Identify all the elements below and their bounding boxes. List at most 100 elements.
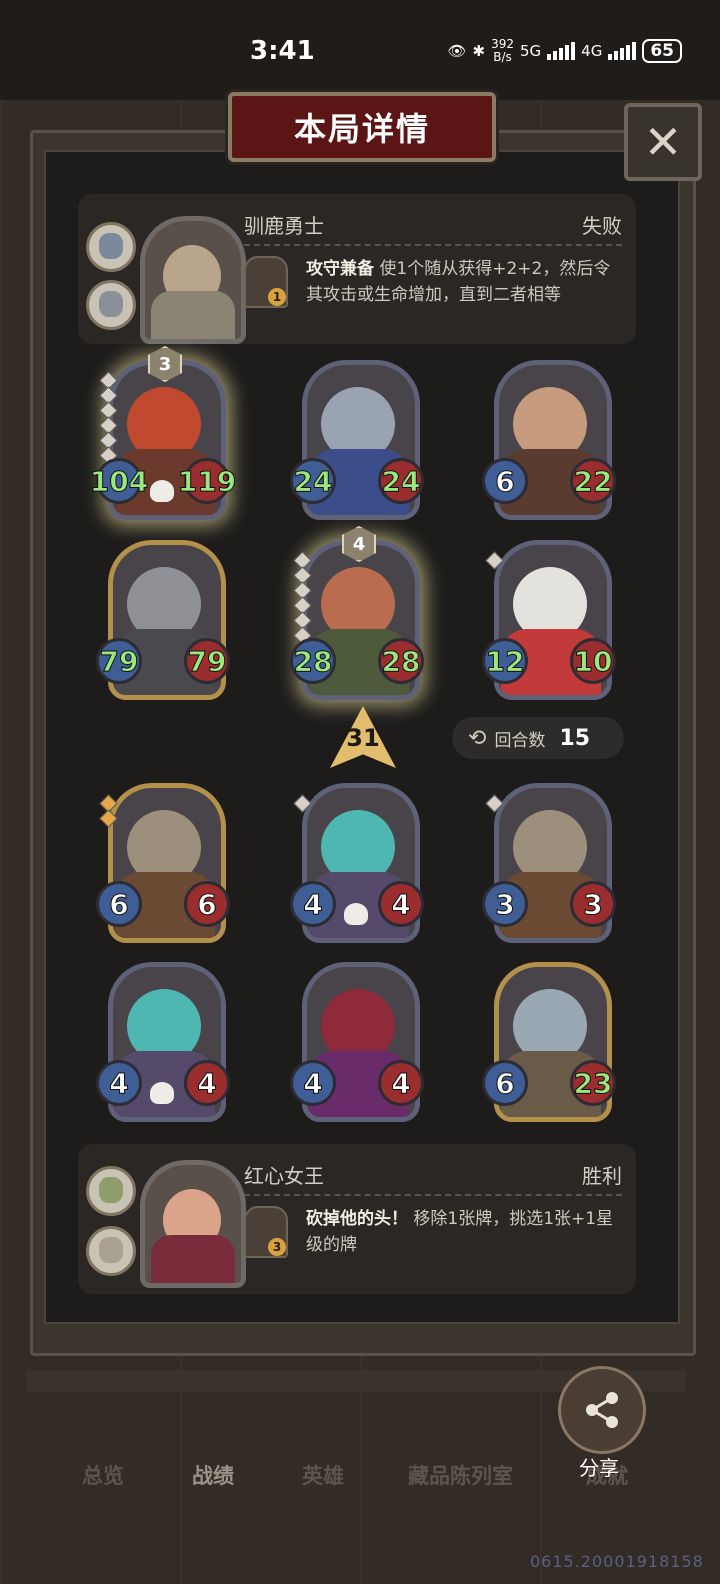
skull-icon — [150, 1082, 174, 1104]
relic-slot-1[interactable] — [86, 222, 136, 272]
status-icons: 👁 ✱ 392 B/s 5G 4G 65 — [447, 38, 682, 64]
opponent-ability-text: 攻守兼备 使1个随从获得+2+2，然后令其攻击或生命增加，直到二者相等 — [306, 256, 626, 308]
player-hero-box: 红心女王 胜利 3 砍掉他的头！ 移除1张牌，挑选1张+1星级的牌 — [78, 1144, 636, 1294]
attack-value: 24 — [290, 458, 336, 504]
skull-icon — [150, 480, 174, 502]
attack-value: 4 — [290, 881, 336, 927]
star-level-icons — [485, 794, 504, 813]
damage-value: 31 — [346, 724, 380, 752]
opponent-unit-card[interactable]: 4 28 28 — [290, 526, 424, 700]
relic-slot-1[interactable] — [86, 1166, 136, 1216]
portrait-body-art — [151, 1235, 235, 1283]
health-value: 22 — [570, 458, 616, 504]
nav-overview[interactable]: 总览 — [82, 1460, 124, 1490]
player-result: 胜利 — [582, 1164, 622, 1188]
health-value: 119 — [177, 458, 237, 504]
damage-arrow: 31 — [330, 706, 396, 768]
opponent-result: 失败 — [582, 214, 622, 238]
health-value: 10 — [570, 638, 616, 684]
player-portrait[interactable] — [140, 1160, 246, 1288]
nav-collection[interactable]: 藏品陈列室 — [408, 1460, 513, 1490]
health-value: 4 — [378, 1060, 424, 1106]
health-value: 24 — [378, 458, 424, 504]
attack-value: 79 — [96, 638, 142, 684]
net-type-5g: 5G — [519, 42, 542, 60]
health-value: 79 — [184, 638, 230, 684]
portrait-body-art — [151, 291, 235, 339]
opponent-unit-card[interactable]: 3 104 119 — [89, 346, 237, 520]
star-level-icons — [293, 551, 312, 645]
opponent-unit-card[interactable]: 24 24 — [290, 360, 424, 520]
player-unit-card[interactable]: 44 — [290, 962, 424, 1122]
signal-icon — [547, 42, 576, 60]
player-unit-card[interactable]: 66 — [96, 783, 230, 943]
attack-value: 6 — [482, 1060, 528, 1106]
health-value: 23 — [570, 1060, 616, 1106]
player-name: 红心女王 — [244, 1164, 324, 1188]
relic-slot-2[interactable] — [86, 280, 136, 330]
bluetooth-icon: ✱ — [472, 42, 486, 60]
attack-value: 3 — [482, 881, 528, 927]
cycle-icon: ⟲ — [468, 725, 487, 751]
dialog-title: 本局详情 — [293, 110, 430, 148]
star-icon — [485, 551, 504, 570]
attack-value: 12 — [482, 638, 528, 684]
player-unit-card[interactable]: 44 — [290, 783, 424, 943]
share-icon — [586, 1392, 618, 1428]
health-value: 4 — [184, 1060, 230, 1106]
skull-icon — [344, 903, 368, 925]
close-x-icon: ✕ — [643, 115, 683, 169]
relic-icon — [99, 291, 123, 317]
divider — [244, 1194, 622, 1196]
relic-icon — [99, 233, 123, 259]
eye-icon: 👁 — [447, 42, 467, 60]
opponent-name: 驯鹿勇士 — [244, 214, 324, 238]
ability-level-badge: 1 — [268, 288, 286, 306]
gift-relic-icon — [99, 1177, 123, 1203]
attack-value: 6 — [482, 458, 528, 504]
opponent-ability-icon[interactable]: 1 — [244, 256, 288, 308]
round-value: 15 — [559, 725, 591, 751]
star-icon — [293, 794, 312, 813]
health-value: 3 — [570, 881, 616, 927]
star-icon — [485, 794, 504, 813]
opponent-portrait[interactable] — [140, 216, 246, 344]
opponent-unit-card[interactable]: 79 79 — [96, 540, 230, 700]
ability-level-badge: 3 — [268, 1238, 286, 1256]
nav-records[interactable]: 战绩 — [192, 1460, 234, 1490]
player-ability-icon[interactable]: 3 — [244, 1206, 288, 1258]
share-label: 分享 — [579, 1456, 619, 1480]
attack-value: 104 — [89, 458, 149, 504]
player-unit-card[interactable]: 6 23 — [482, 962, 616, 1122]
attack-value: 28 — [290, 638, 336, 684]
relic-slot-2[interactable] — [86, 1226, 136, 1276]
attack-value: 4 — [96, 1060, 142, 1106]
signal-icon-2 — [608, 42, 637, 60]
attack-value: 6 — [96, 881, 142, 927]
star-level-icons — [293, 794, 312, 813]
opponent-unit-card[interactable]: 12 10 — [482, 540, 616, 700]
opponent-unit-card[interactable]: 6 22 — [482, 360, 616, 520]
divider — [244, 244, 622, 246]
attack-value: 4 — [290, 1060, 336, 1106]
player-unit-card[interactable]: 44 — [96, 962, 230, 1122]
ability-name: 砍掉他的头！ — [306, 1209, 408, 1229]
close-button[interactable]: ✕ — [624, 103, 702, 181]
round-counter: ⟲ 回合数 15 — [452, 717, 624, 759]
dialog-title-plate: 本局详情 — [228, 92, 496, 162]
vase-relic-icon — [99, 1237, 123, 1263]
player-unit-card[interactable]: 33 — [482, 783, 616, 943]
opponent-hero-box: 驯鹿勇士 失败 1 攻守兼备 使1个随从获得+2+2，然后令其攻击或生命增加，直… — [78, 194, 636, 344]
health-value: 4 — [378, 881, 424, 927]
nav-heroes[interactable]: 英雄 — [302, 1460, 344, 1490]
status-time: 3:41 — [250, 36, 315, 66]
status-bar: 3:41 👁 ✱ 392 B/s 5G 4G 65 — [0, 0, 720, 100]
battery-icon: 65 — [642, 39, 682, 63]
player-ability-text: 砍掉他的头！ 移除1张牌，挑选1张+1星级的牌 — [306, 1206, 626, 1258]
health-value: 6 — [184, 881, 230, 927]
ability-name: 攻守兼备 — [306, 259, 374, 279]
share-button[interactable] — [558, 1366, 646, 1454]
health-value: 28 — [378, 638, 424, 684]
star-level-icons — [485, 551, 504, 570]
net-speed: 392 B/s — [491, 37, 514, 64]
